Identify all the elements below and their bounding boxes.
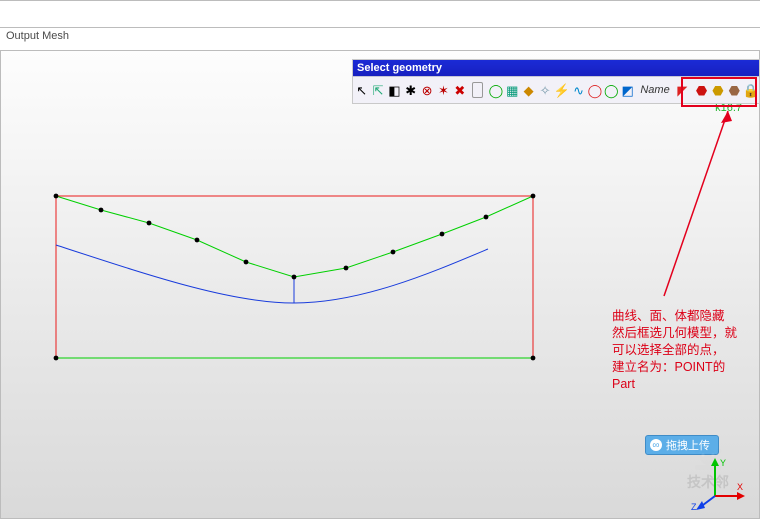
svg-text:Z: Z [691,502,697,512]
app-toolbar [0,0,760,28]
panel-label-output-mesh: Output Mesh [6,30,69,42]
cube-icon[interactable]: ◩ [620,79,635,101]
pointer-add-icon[interactable]: ⇱ [370,79,385,101]
svg-text:Y: Y [720,458,726,468]
rect-icon[interactable] [472,82,484,98]
annotation-text: 曲线、面、体都隐藏 然后框选几何模型，就 可以选择全部的点， 建立名为：POIN… [612,308,752,393]
lock-icon[interactable]: 🔒 [743,79,759,101]
mesh-pick-icon[interactable]: ▦ [505,79,520,101]
lasso-icon[interactable]: ⊗ [419,79,434,101]
body-red-icon[interactable]: ⬣ [694,79,709,101]
pointer-icon[interactable]: ↖ [354,79,369,101]
bolt-icon[interactable]: ⚡ [554,79,570,101]
world-axis-triad: Y X Z [687,456,747,512]
torus-green-icon[interactable]: ◯ [604,79,619,101]
facepick-icon[interactable]: ✧ [537,79,552,101]
curve-filter-icon[interactable]: ∿ [571,79,586,101]
torus-red-icon[interactable]: ◯ [587,79,602,101]
svg-text:X: X [737,482,743,492]
okay-icon[interactable]: ◯ [488,79,503,101]
surface-icon[interactable]: ◆ [521,79,536,101]
launch-icon[interactable]: ◤ [675,79,690,101]
palette-title: Select geometry [357,60,442,76]
palette-toolbar: ↖ ⇱ ◧ ✱ ⊗ ✶ ✖ ◯ ▦ ◆ ✧ ⚡ ∿ ◯ ◯ ◩ Name ◤ ⬣… [353,76,759,103]
palette-titlebar[interactable]: Select geometry [353,60,759,76]
body-brown-icon[interactable]: ⬣ [727,79,742,101]
body-gold-icon[interactable]: ⬣ [710,79,725,101]
upload-icon: ∞ [650,439,662,451]
viewport[interactable]: 曲线、面、体都隐藏 然后框选几何模型，就 可以选择全部的点， 建立名为：POIN… [0,50,760,519]
name-button[interactable]: Name [636,79,673,101]
upload-badge[interactable]: ∞ 拖拽上传 [645,435,719,455]
graph-icon[interactable]: ✱ [403,79,418,101]
region-icon[interactable]: ◧ [387,79,402,101]
upload-badge-label: 拖拽上传 [666,437,710,453]
delete-icon[interactable]: ✖ [452,79,467,101]
clear-sel-icon[interactable]: ✶ [436,79,451,101]
select-geometry-palette: Select geometry ↖ ⇱ ◧ ✱ ⊗ ✶ ✖ ◯ ▦ ◆ ✧ ⚡ … [352,59,760,104]
